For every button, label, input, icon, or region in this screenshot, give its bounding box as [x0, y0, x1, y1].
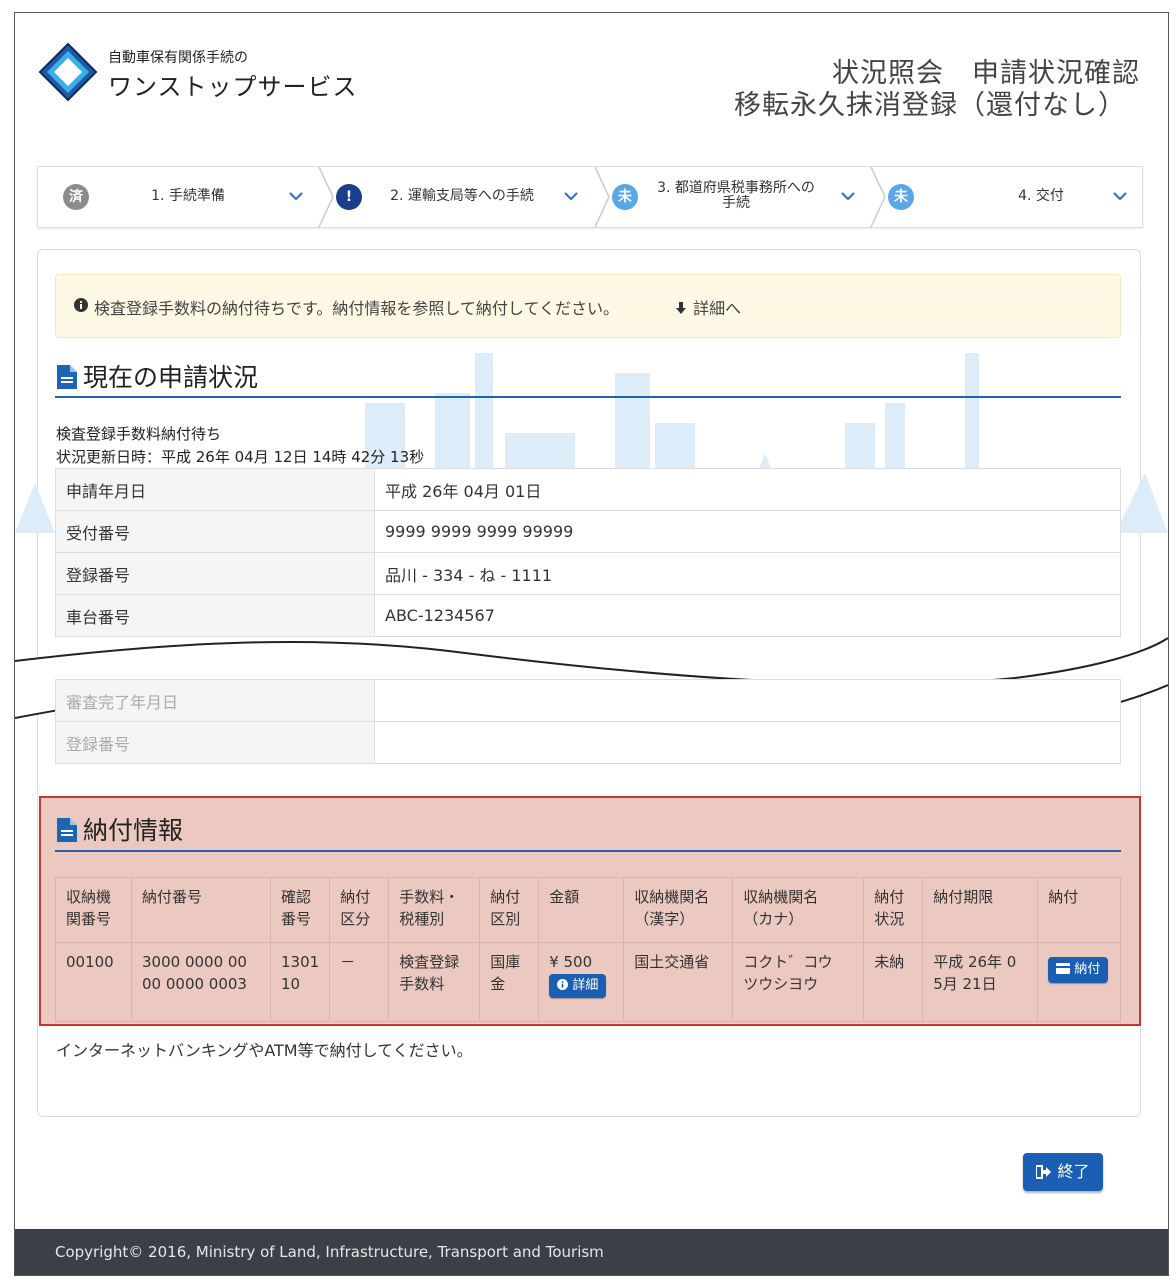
chevron-down-icon[interactable]	[286, 186, 306, 206]
service-name: ワンストップサービス	[108, 73, 358, 101]
service-logo-icon	[38, 42, 98, 102]
table-row: 受付番号 9999 9999 9999 99999	[55, 510, 1121, 553]
step-3[interactable]: 未 3. 都道府県税事務所への 手続	[610, 167, 870, 227]
heading-underline	[55, 396, 1121, 398]
application-info-table: 申請年月日 平成 26年 04月 01日 受付番号 9999 9999 9999 9…	[55, 468, 1121, 637]
step-separator	[318, 167, 334, 227]
step-label: 4. 交付	[1018, 188, 1064, 204]
payment-note: インターネットバンキングやATM等で納付してください。	[56, 1041, 473, 1060]
current-status-heading: 現在の申請状況	[57, 358, 258, 394]
chevron-down-icon[interactable]	[561, 186, 581, 206]
sign-out-icon	[1035, 1165, 1052, 1179]
document-icon	[57, 365, 77, 389]
table-row: 審査完了年月日	[55, 679, 1121, 722]
info-icon	[557, 979, 569, 990]
step-4[interactable]: 未 4. 交付	[886, 167, 1142, 227]
status-text: 検査登録手数料納付待ち	[56, 425, 222, 443]
payment-heading: 納付情報	[57, 811, 183, 847]
table-row: 車台番号 ABC-1234567	[55, 594, 1121, 637]
step-label: 3. 都道府県税事務所への 手続	[657, 180, 815, 211]
page-frame: 自動車保有関係手続の ワンストップサービス 状況照会 申請状況確認 移転永久抹消…	[14, 12, 1169, 1276]
chevron-down-icon[interactable]	[838, 186, 858, 206]
table-header-row: 収納機 関番号 納付番号 確認 番号 納付 区分 手数料・ 税種別 納付 区別 金額 収納…	[55, 877, 1121, 943]
step-separator	[594, 167, 610, 227]
step-pending-icon: 未	[888, 184, 914, 210]
pay-button[interactable]: 納付	[1048, 957, 1109, 983]
chevron-down-icon[interactable]	[1110, 186, 1130, 206]
step-pending-icon: 未	[612, 184, 638, 210]
application-info-table-continued: 審査完了年月日 登録番号	[55, 679, 1121, 764]
step-label: 1. 手続準備	[151, 188, 225, 204]
table-row: 申請年月日 平成 26年 04月 01日	[55, 468, 1121, 511]
info-icon	[74, 298, 88, 312]
step-separator	[870, 167, 886, 227]
step-alert-icon: !	[336, 184, 362, 210]
footer: Copyright© 2016, Ministry of Land, Infra…	[15, 1229, 1168, 1275]
detail-button[interactable]: 詳細	[549, 974, 607, 998]
service-subtitle: 自動車保有関係手続の	[108, 50, 248, 66]
document-icon	[57, 818, 77, 842]
arrow-down-icon	[676, 302, 686, 314]
step-2[interactable]: ! 2. 運輸支局等への手続	[334, 167, 594, 227]
payment-table: 収納機 関番号 納付番号 確認 番号 納付 区分 手数料・ 税種別 納付 区別 金額 収納…	[55, 877, 1121, 1022]
alert-message: 検査登録手数料の納付待ちです。納付情報を参照して納付してください。	[94, 299, 619, 318]
status-alert: 検査登録手数料の納付待ちです。納付情報を参照して納付してください。 詳細へ	[55, 274, 1121, 338]
copyright-text: Copyright© 2016, Ministry of Land, Infra…	[55, 1243, 604, 1261]
table-row: 登録番号 品川 - 334 - ね - 1111	[55, 552, 1121, 595]
details-link[interactable]: 詳細へ	[674, 295, 741, 319]
step-label: 2. 運輸支局等への手続	[390, 188, 534, 204]
credit-card-icon	[1056, 963, 1071, 974]
step-done-icon: 済	[63, 184, 89, 210]
heading-underline	[55, 850, 1121, 852]
page-subtitle: 移転永久抹消登録（還付なし）	[734, 90, 1126, 121]
step-1[interactable]: 済 1. 手続準備	[38, 167, 318, 227]
status-updated: 状況更新日時：平成 26年 04月 12日 14時 42分 13秒	[56, 448, 425, 466]
progress-steps: 済 1. 手続準備 ! 2. 運輸支局等への手続 未 3. 都道府県税事務所への…	[37, 166, 1143, 228]
table-row: 登録番号	[55, 721, 1121, 764]
exit-button[interactable]: 終了	[1023, 1153, 1103, 1191]
table-row: 00100 3000 0000 00 00 0000 0003 1301 10 － …	[55, 942, 1121, 1022]
